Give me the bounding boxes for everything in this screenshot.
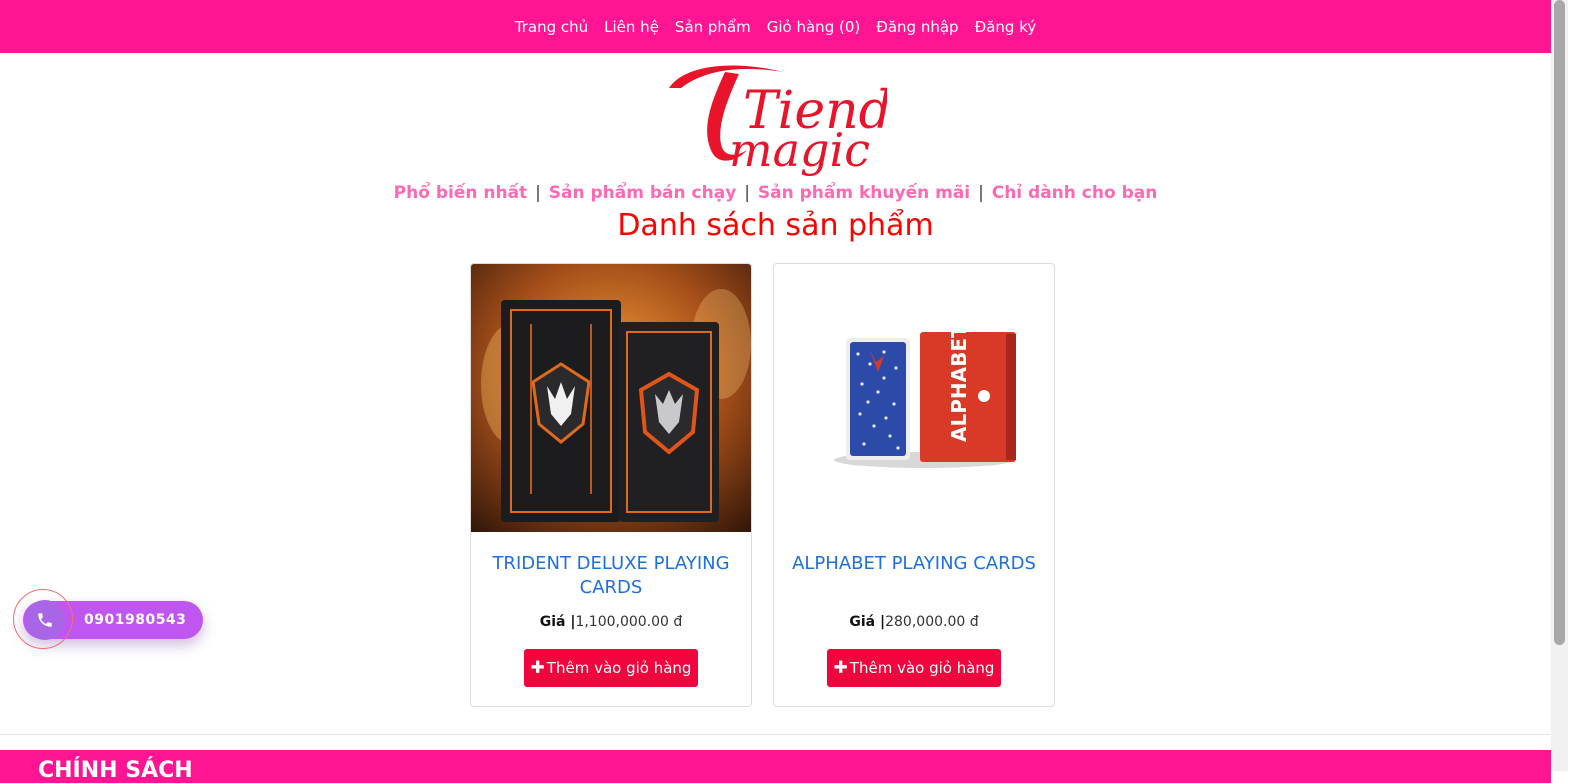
category-separator: | [978,183,984,203]
scrollbar-thumb[interactable] [1554,0,1565,645]
nav-home-link[interactable]: Trang chủ [515,18,588,36]
price-label: Giá | [849,614,886,630]
price-value: 1,100,000.00 đ [575,614,683,630]
category-separator: | [535,183,541,203]
footer-policy-title: CHÍNH SÁCH [38,758,193,783]
product-card: ALPHABET ALPHABET PLAYING CARDS Giá |280… [773,263,1055,707]
price-value: 280,000.00 đ [885,614,979,630]
category-bestseller-link[interactable]: Sản phẩm bán chạy [549,183,737,203]
footer: CHÍNH SÁCH [0,750,1551,783]
category-separator: | [744,183,750,203]
section-divider [0,734,1551,735]
nav-contact-link[interactable]: Liên hệ [604,18,659,36]
add-to-cart-button[interactable]: ✚ Thêm vào giỏ hàng [827,649,1001,687]
add-to-cart-label: Thêm vào giỏ hàng [849,659,995,677]
nav-products-link[interactable]: Sản phẩm [675,18,751,36]
top-navbar: Trang chủ Liên hệ Sản phẩm Giỏ hàng (0) … [0,0,1551,53]
nav-login-link[interactable]: Đăng nhập [876,18,958,36]
product-title-link[interactable]: ALPHABET PLAYING CARDS [784,552,1044,576]
price-label: Giá | [539,614,576,630]
nav-register-link[interactable]: Đăng ký [975,18,1037,36]
logo-text-line2: magic [729,123,870,177]
product-image-trident[interactable] [471,264,751,532]
site-logo[interactable]: Tiendat magic [655,58,887,180]
phone-icon[interactable] [25,600,65,640]
page-scrollbar[interactable] [1551,0,1568,771]
category-bar: Phổ biến nhất | Sản phẩm bán chạy | Sản … [0,183,1551,203]
category-promo-link[interactable]: Sản phẩm khuyến mãi [758,183,970,203]
plus-icon: ✚ [833,658,848,678]
plus-icon: ✚ [530,658,545,678]
nav-cart-link[interactable]: Giỏ hàng (0) [767,18,860,36]
add-to-cart-label: Thêm vào giỏ hàng [546,659,692,677]
page-title: Danh sách sản phẩm [617,208,934,243]
add-to-cart-button[interactable]: ✚ Thêm vào giỏ hàng [524,649,698,687]
product-title-link[interactable]: TRIDENT DELUXE PLAYING CARDS [481,552,741,600]
hotline-number: 0901980543 [84,612,187,628]
product-price: Giá |280,000.00 đ [774,614,1054,630]
product-card: TRIDENT DELUXE PLAYING CARDS Giá |1,100,… [470,263,752,707]
box-brand-text: ALPHABET [947,324,971,442]
product-price: Giá |1,100,000.00 đ [471,614,751,630]
category-popular-link[interactable]: Phổ biến nhất [394,183,528,203]
product-image-alphabet[interactable]: ALPHABET [774,264,1054,532]
category-for-you-link[interactable]: Chỉ dành cho bạn [992,183,1158,203]
